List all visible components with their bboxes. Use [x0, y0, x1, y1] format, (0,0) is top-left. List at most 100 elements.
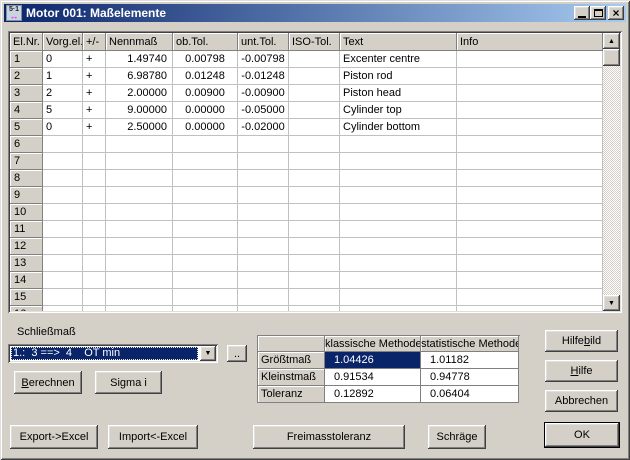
cell-nennmass[interactable]	[106, 153, 173, 170]
row-number-cell[interactable]: 15	[10, 289, 43, 306]
cell-vorgel[interactable]	[43, 238, 83, 255]
freimasstoleranz-button[interactable]: Freimasstoleranz	[253, 425, 405, 449]
cell-text[interactable]	[340, 170, 457, 187]
results-value-cell[interactable]: 1.01182	[421, 352, 519, 369]
row-number-cell[interactable]: 10	[10, 204, 43, 221]
cell-vorgel[interactable]	[43, 153, 83, 170]
cell-sign[interactable]: +	[83, 85, 106, 102]
cell-obtol[interactable]	[173, 170, 238, 187]
cell-text[interactable]	[340, 204, 457, 221]
abbrechen-button[interactable]: Abbrechen	[545, 390, 618, 412]
cell-text[interactable]	[340, 255, 457, 272]
cell-sign[interactable]	[83, 289, 106, 306]
cell-unttol[interactable]	[238, 221, 289, 238]
sigma-i-button[interactable]: Sigma i	[95, 371, 162, 394]
cell-vorgel[interactable]: 5	[43, 102, 83, 119]
scroll-up-button[interactable]: ▲	[603, 33, 620, 49]
scroll-down-button[interactable]: ▼	[603, 295, 620, 311]
cell-nennmass[interactable]: 1.49740	[106, 51, 173, 68]
ok-button[interactable]: OK	[544, 422, 620, 448]
cell-nennmass[interactable]	[106, 238, 173, 255]
cell-vorgel[interactable]	[43, 221, 83, 238]
cell-text[interactable]: Excenter centre	[340, 51, 457, 68]
cell-unttol[interactable]: -0.05000	[238, 102, 289, 119]
titlebar[interactable]: 5·1 ↔ Motor 001: Maßelemente ×	[4, 4, 626, 22]
cell-sign[interactable]: +	[83, 102, 106, 119]
cell-nennmass[interactable]: 9.00000	[106, 102, 173, 119]
scroll-thumb[interactable]	[603, 49, 620, 66]
cell-info[interactable]	[457, 51, 603, 68]
cell-text[interactable]: Cylinder bottom	[340, 119, 457, 136]
results-value-cell[interactable]: 0.91534	[325, 369, 421, 386]
row-number-cell[interactable]: 9	[10, 187, 43, 204]
cell-unttol[interactable]	[238, 136, 289, 153]
cell-info[interactable]	[457, 306, 603, 311]
cell-obtol[interactable]	[173, 238, 238, 255]
cell-info[interactable]	[457, 68, 603, 85]
results-value-cell[interactable]: 0.06404	[421, 386, 519, 403]
cell-obtol[interactable]	[173, 136, 238, 153]
export-excel-button[interactable]: Export->Excel	[10, 425, 98, 449]
cell-unttol[interactable]	[238, 204, 289, 221]
cell-isotol[interactable]	[289, 272, 340, 289]
cell-unttol[interactable]	[238, 289, 289, 306]
schliessmass-more-button[interactable]: ..	[227, 345, 247, 362]
cell-vorgel[interactable]	[43, 255, 83, 272]
cell-vorgel[interactable]	[43, 306, 83, 311]
cell-obtol[interactable]	[173, 221, 238, 238]
cell-vorgel[interactable]	[43, 187, 83, 204]
cell-info[interactable]	[457, 136, 603, 153]
cell-sign[interactable]: +	[83, 51, 106, 68]
cell-isotol[interactable]	[289, 289, 340, 306]
cell-vorgel[interactable]: 1	[43, 68, 83, 85]
cell-obtol[interactable]: 0.00798	[173, 51, 238, 68]
cell-isotol[interactable]	[289, 153, 340, 170]
cell-unttol[interactable]	[238, 238, 289, 255]
cell-sign[interactable]: +	[83, 68, 106, 85]
cell-info[interactable]	[457, 170, 603, 187]
row-number-cell[interactable]: 3	[10, 85, 43, 102]
cell-text[interactable]: Cylinder top	[340, 102, 457, 119]
cell-obtol[interactable]	[173, 153, 238, 170]
schraege-button[interactable]: Schräge	[428, 425, 486, 449]
maximize-button[interactable]	[590, 6, 606, 20]
cell-isotol[interactable]	[289, 51, 340, 68]
hilfebild-button[interactable]: Hilfebild	[545, 330, 618, 352]
cell-nennmass[interactable]	[106, 306, 173, 311]
cell-unttol[interactable]	[238, 306, 289, 311]
schliessmass-dropdown-button[interactable]: ▼	[200, 346, 216, 361]
close-button[interactable]: ×	[608, 6, 624, 20]
cell-text[interactable]	[340, 187, 457, 204]
cell-text[interactable]	[340, 238, 457, 255]
cell-unttol[interactable]	[238, 272, 289, 289]
cell-nennmass[interactable]	[106, 255, 173, 272]
cell-obtol[interactable]: 0.00000	[173, 119, 238, 136]
cell-info[interactable]	[457, 85, 603, 102]
cell-text[interactable]	[340, 136, 457, 153]
cell-unttol[interactable]	[238, 153, 289, 170]
cell-isotol[interactable]	[289, 102, 340, 119]
cell-unttol[interactable]: -0.01248	[238, 68, 289, 85]
cell-unttol[interactable]	[238, 255, 289, 272]
cell-info[interactable]	[457, 187, 603, 204]
cell-isotol[interactable]	[289, 255, 340, 272]
cell-nennmass[interactable]	[106, 136, 173, 153]
cell-nennmass[interactable]	[106, 187, 173, 204]
cell-obtol[interactable]: 0.00000	[173, 102, 238, 119]
cell-text[interactable]	[340, 221, 457, 238]
cell-obtol[interactable]	[173, 187, 238, 204]
cell-nennmass[interactable]	[106, 272, 173, 289]
cell-text[interactable]: Piston rod	[340, 68, 457, 85]
cell-vorgel[interactable]: 0	[43, 51, 83, 68]
row-number-cell[interactable]: 8	[10, 170, 43, 187]
cell-sign[interactable]	[83, 187, 106, 204]
berechnen-button[interactable]: Berechnen	[14, 371, 82, 394]
cell-info[interactable]	[457, 119, 603, 136]
cell-isotol[interactable]	[289, 85, 340, 102]
minimize-button[interactable]	[574, 6, 590, 20]
results-value-cell[interactable]: 0.94778	[421, 369, 519, 386]
row-number-cell[interactable]: 16	[10, 306, 43, 311]
cell-obtol[interactable]	[173, 255, 238, 272]
cell-obtol[interactable]	[173, 306, 238, 311]
results-value-cell[interactable]: 0.12892	[325, 386, 421, 403]
